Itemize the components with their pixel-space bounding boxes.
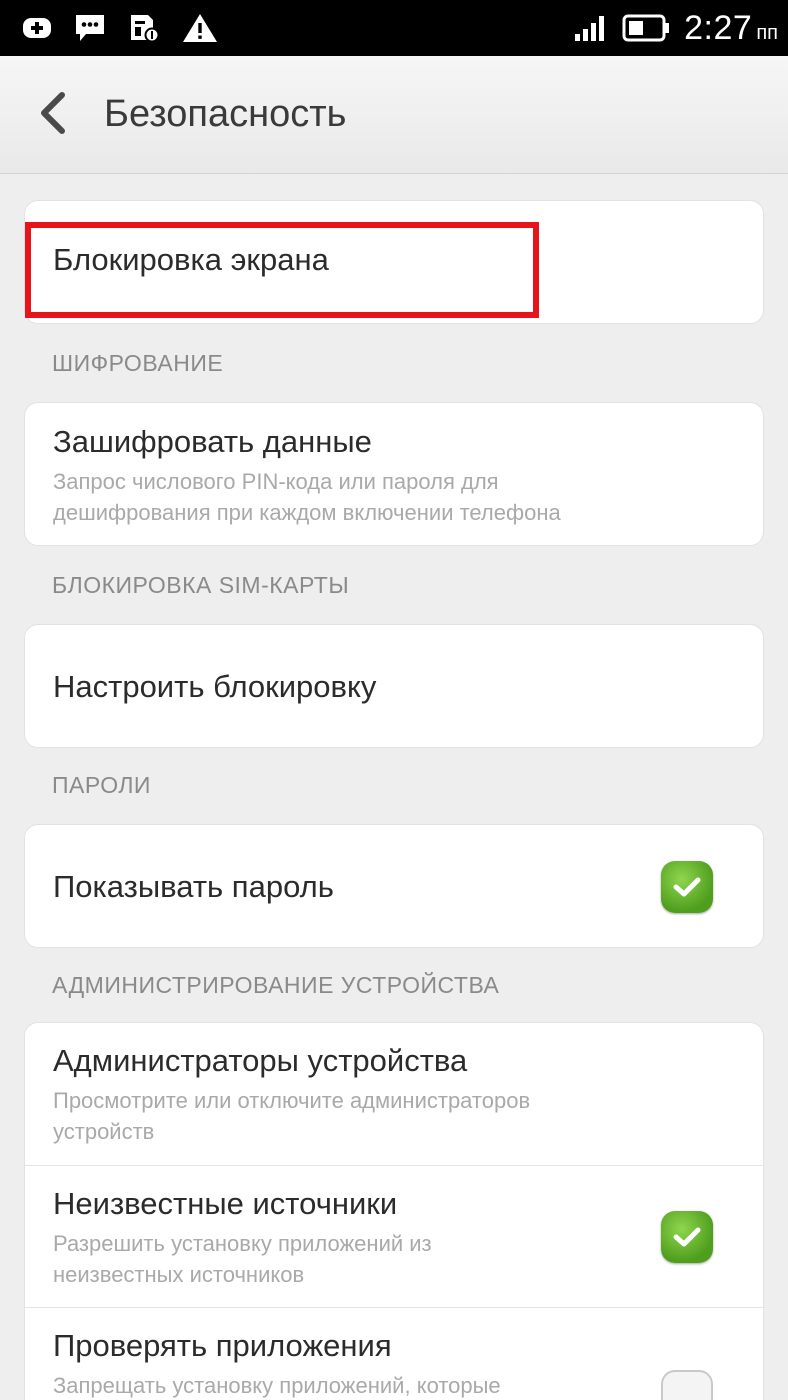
unknown-sources-subtitle: Разрешить установку приложений из неизве… [53, 1228, 661, 1290]
device-admins-title: Администраторы устройства [53, 1043, 468, 1078]
clock-time: 2:27 [684, 8, 753, 47]
unknown-sources-item[interactable]: Неизвестные источники Разрешить установк… [25, 1165, 763, 1307]
clock-ampm: пп [756, 21, 778, 44]
show-password-item[interactable]: Показывать пароль [25, 825, 763, 947]
clock: 2:27 пп [684, 9, 778, 48]
encrypt-data-subtitle-line1: Запрос числового PIN-кода или пароля для [53, 469, 499, 494]
device-admins-subtitle-line2: устройств [53, 1119, 155, 1144]
verify-apps-checkbox[interactable] [661, 1370, 713, 1400]
checkmark-icon [673, 1227, 701, 1246]
encryption-card: Зашифровать данные Запрос числового PIN-… [24, 402, 764, 546]
back-button[interactable] [12, 56, 92, 174]
section-passwords: ПАРОЛИ [52, 772, 151, 798]
verify-apps-title: Проверять приложения [53, 1328, 392, 1363]
message-icon [74, 13, 106, 43]
encrypt-data-title: Зашифровать данные [53, 424, 372, 459]
highlight-frame [25, 222, 539, 318]
verify-apps-subtitle: Запрещать установку приложений, которые [53, 1370, 661, 1400]
battery-icon [622, 13, 670, 43]
page-title: Безопасность [104, 93, 347, 135]
signal-icon [574, 14, 608, 42]
verify-apps-subtitle-line1: Запрещать установку приложений, которые [53, 1373, 501, 1398]
device-admins-item[interactable]: Администраторы устройства Просмотрите ил… [25, 1023, 763, 1165]
verify-apps-item[interactable]: Проверять приложения Запрещать установку… [25, 1307, 763, 1400]
device-admins-subtitle: Просмотрите или отключите администраторо… [53, 1085, 735, 1147]
passwords-card: Показывать пароль [24, 824, 764, 948]
encrypt-data-subtitle-line2: дешифрования при каждом включении телефо… [53, 500, 561, 525]
sim-card-icon [128, 13, 160, 43]
show-password-checkbox[interactable] [661, 861, 713, 913]
unknown-sources-title: Неизвестные источники [53, 1185, 398, 1221]
encrypt-data-subtitle: Запрос числового PIN-кода или пароля для… [53, 466, 735, 528]
section-sim-lock: БЛОКИРОВКА SIM-КАРТЫ [52, 572, 350, 598]
unknown-sources-subtitle-line1: Разрешить установку приложений из [53, 1230, 432, 1256]
notification-plus-icon [22, 15, 52, 41]
section-encryption: ШИФРОВАНИЕ [52, 350, 224, 376]
device-admins-subtitle-line1: Просмотрите или отключите администраторо… [53, 1088, 531, 1113]
checkmark-icon [673, 877, 701, 897]
app-header: Безопасность [0, 56, 788, 174]
show-password-title: Показывать пароль [53, 869, 334, 904]
setup-sim-lock-item[interactable]: Настроить блокировку [25, 625, 763, 747]
sim-lock-card: Настроить блокировку [24, 624, 764, 748]
status-bar: 2:27 пп [0, 0, 788, 56]
unknown-sources-subtitle-line2: неизвестных источников [53, 1261, 305, 1287]
section-device-admin: АДМИНИСТРИРОВАНИЕ УСТРОЙСТВА [52, 972, 500, 998]
warning-icon [182, 13, 218, 43]
encrypt-data-item[interactable]: Зашифровать данные Запрос числового PIN-… [25, 403, 763, 545]
unknown-sources-checkbox[interactable] [661, 1210, 713, 1263]
setup-sim-lock-title: Настроить блокировку [53, 669, 377, 704]
chevron-left-icon [38, 91, 66, 138]
device-admin-card: Администраторы устройства Просмотрите ил… [24, 1022, 764, 1400]
